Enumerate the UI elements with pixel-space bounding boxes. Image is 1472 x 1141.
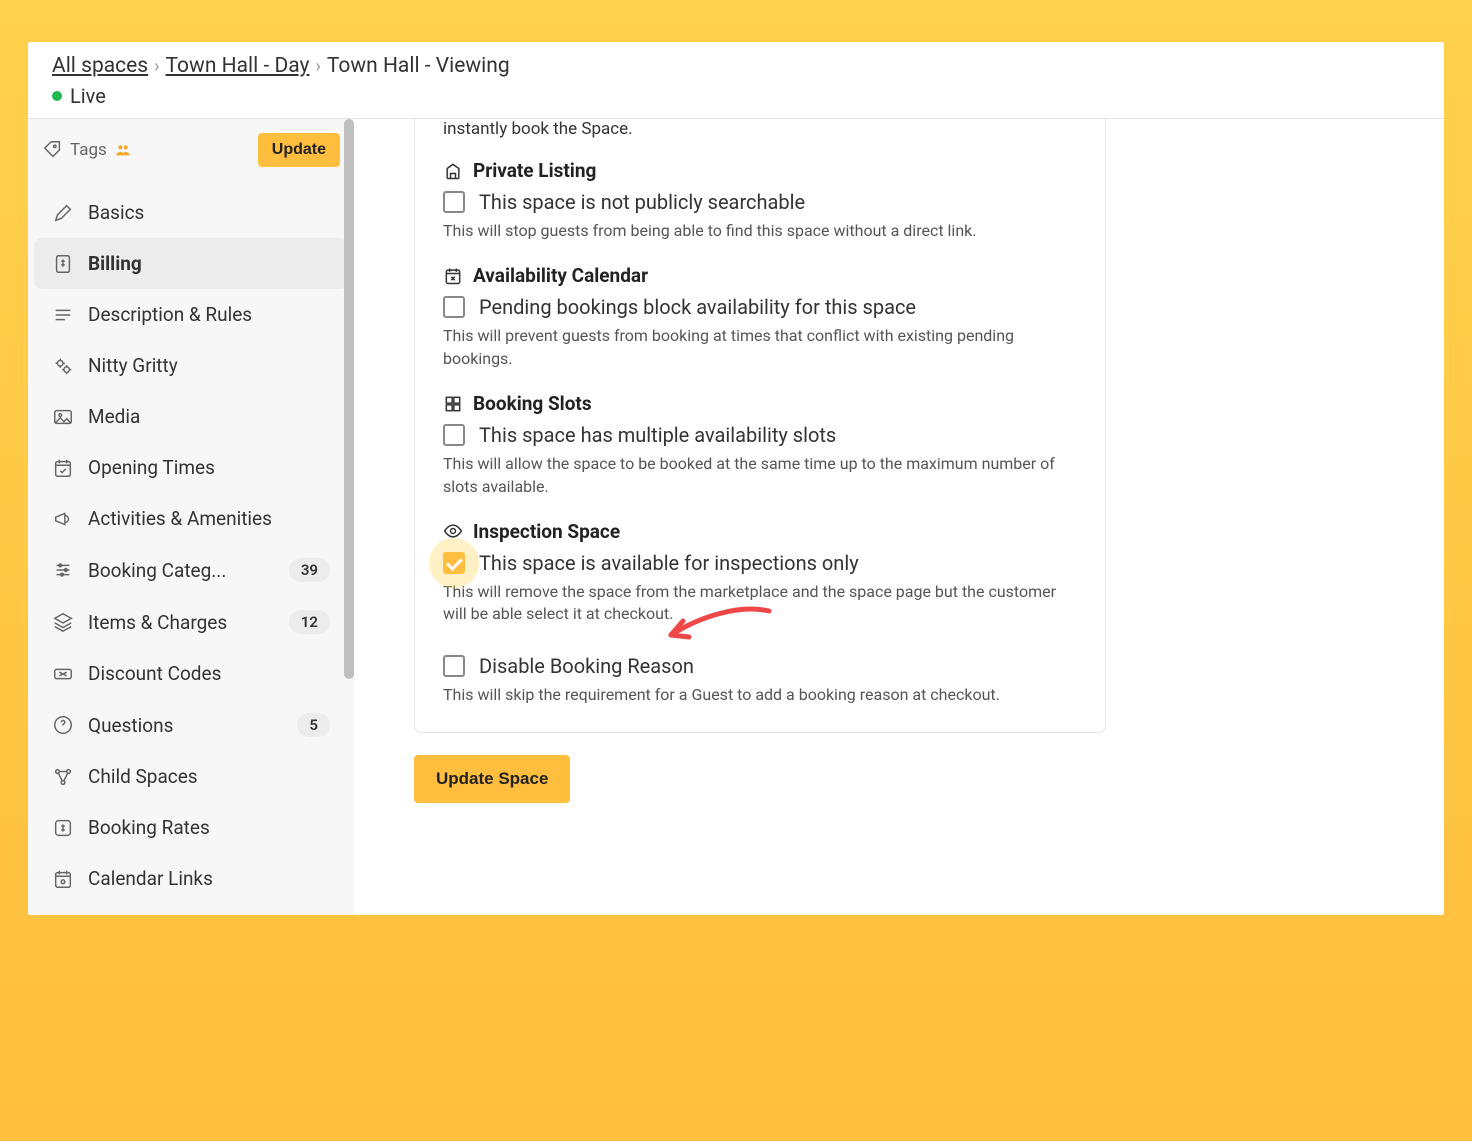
invoice-icon	[52, 253, 74, 275]
sidebar-item-items-charges[interactable]: Items & Charges 12	[34, 596, 348, 648]
checkbox-icon	[443, 552, 465, 574]
section-booking-slots: Booking Slots This space has multiple av…	[443, 378, 1077, 506]
sidebar-item-description[interactable]: Description & Rules	[34, 289, 348, 340]
section-desc: This will remove the space from the mark…	[443, 581, 1077, 626]
sidebar-item-label: Discount Codes	[88, 662, 330, 685]
sidebar-item-label: Activities & Amenities	[88, 507, 330, 530]
section-desc: This will prevent guests from booking at…	[443, 325, 1077, 370]
sidebar-item-label: Booking Rates	[88, 816, 330, 839]
update-button[interactable]: Update	[258, 133, 340, 167]
status-dot-icon	[52, 91, 62, 101]
section-desc: This will allow the space to be booked a…	[443, 453, 1077, 498]
breadcrumb-root[interactable]: All spaces	[52, 54, 148, 78]
sidebar: Tags Update Basics Billing Description &…	[28, 119, 354, 915]
settings-card: instantly book the Space. Private Listin…	[414, 119, 1106, 733]
sidebar-item-label: Description & Rules	[88, 303, 330, 326]
gears-icon	[52, 355, 74, 377]
badge: 12	[289, 610, 330, 634]
sidebar-item-label: Child Spaces	[88, 765, 330, 788]
sidebar-item-billing[interactable]: Billing	[34, 238, 348, 289]
users-icon	[113, 142, 133, 158]
sidebar-item-calendar-links[interactable]: Calendar Links	[34, 853, 348, 904]
sidebar-item-opening-times[interactable]: Opening Times	[34, 442, 348, 493]
tags-label: Tags	[70, 140, 107, 160]
tags-control[interactable]: Tags	[42, 139, 133, 161]
breadcrumb: All spaces › Town Hall - Day › Town Hall…	[52, 54, 1420, 78]
sidebar-item-booking-rates[interactable]: Booking Rates	[34, 802, 348, 853]
intro-fragment: instantly book the Space.	[443, 119, 1077, 145]
section-desc: This will skip the requirement for a Gue…	[443, 684, 1077, 706]
chevron-right-icon: ›	[154, 56, 159, 77]
section-disable-booking-reason: Disable Booking Reason This will skip th…	[443, 634, 1077, 714]
status-row: Live	[52, 84, 1420, 108]
badge: 39	[289, 558, 330, 582]
option-label: This space has multiple availability slo…	[479, 423, 836, 447]
money-icon	[52, 817, 74, 839]
image-icon	[52, 406, 74, 428]
section-inspection-space: Inspection Space This space is available…	[443, 506, 1077, 634]
section-title: Private Listing	[473, 159, 596, 182]
multiple-slots-toggle[interactable]: This space has multiple availability slo…	[443, 423, 1077, 447]
sidebar-item-child-spaces[interactable]: Child Spaces	[34, 751, 348, 802]
sliders-icon	[52, 559, 74, 581]
disable-booking-reason-toggle[interactable]: Disable Booking Reason	[443, 654, 1077, 678]
sidebar-item-booking-categories[interactable]: Booking Categ... 39	[34, 544, 348, 596]
private-listing-toggle[interactable]: This space is not publicly searchable	[443, 190, 1077, 214]
lines-icon	[52, 304, 74, 326]
app-window: All spaces › Town Hall - Day › Town Hall…	[28, 42, 1444, 915]
layers-icon	[52, 611, 74, 633]
header: All spaces › Town Hall - Day › Town Hall…	[28, 42, 1444, 119]
building-icon	[443, 161, 463, 181]
grid-icon	[443, 394, 463, 414]
sidebar-item-nitty-gritty[interactable]: Nitty Gritty	[34, 340, 348, 391]
sidebar-item-discount-codes[interactable]: Discount Codes	[34, 648, 348, 699]
checkbox-icon	[443, 424, 465, 446]
sidebar-item-label: Items & Charges	[88, 611, 275, 634]
option-label: This space is not publicly searchable	[479, 190, 805, 214]
chevron-right-icon: ›	[315, 56, 320, 77]
main-panel: instantly book the Space. Private Listin…	[354, 119, 1444, 915]
section-title: Availability Calendar	[473, 264, 648, 287]
option-label: Pending bookings block availability for …	[479, 295, 916, 319]
sidebar-item-label: Booking Categ...	[88, 559, 275, 582]
section-private-listing: Private Listing This space is not public…	[443, 145, 1077, 250]
sidebar-item-label: Opening Times	[88, 456, 330, 479]
calendar-link-icon	[52, 868, 74, 890]
section-desc: This will stop guests from being able to…	[443, 220, 1077, 242]
pencil-icon	[52, 202, 74, 224]
section-title: Inspection Space	[473, 520, 620, 543]
update-space-button[interactable]: Update Space	[414, 755, 570, 803]
badge: 5	[297, 713, 330, 737]
megaphone-icon	[52, 508, 74, 530]
calendar-x-icon	[443, 266, 463, 286]
sidebar-item-media[interactable]: Media	[34, 391, 348, 442]
sidebar-item-label: Questions	[88, 714, 283, 737]
sidebar-item-label: Basics	[88, 201, 330, 224]
inspection-only-toggle[interactable]: This space is available for inspections …	[443, 551, 1077, 575]
pending-block-toggle[interactable]: Pending bookings block availability for …	[443, 295, 1077, 319]
option-label: This space is available for inspections …	[479, 551, 859, 575]
network-icon	[52, 766, 74, 788]
section-title: Booking Slots	[473, 392, 592, 415]
sidebar-item-label: Calendar Links	[88, 867, 330, 890]
sidebar-item-label: Nitty Gritty	[88, 354, 330, 377]
question-icon	[52, 714, 74, 736]
sidebar-item-label: Media	[88, 405, 330, 428]
checkbox-icon	[443, 191, 465, 213]
sidebar-item-label: Billing	[88, 252, 330, 275]
sidebar-item-basics[interactable]: Basics	[34, 187, 348, 238]
ticket-icon	[52, 663, 74, 685]
sidebar-item-questions[interactable]: Questions 5	[34, 699, 348, 751]
option-label: Disable Booking Reason	[479, 654, 694, 678]
section-availability-calendar: Availability Calendar Pending bookings b…	[443, 250, 1077, 378]
status-label: Live	[70, 84, 106, 108]
calendar-check-icon	[52, 457, 74, 479]
sidebar-item-activities[interactable]: Activities & Amenities	[34, 493, 348, 544]
checkbox-icon	[443, 296, 465, 318]
breadcrumb-parent[interactable]: Town Hall - Day	[166, 54, 310, 78]
nav-list: Basics Billing Description & Rules Nitty…	[28, 181, 354, 910]
tag-icon	[42, 139, 64, 161]
checkbox-icon	[443, 655, 465, 677]
breadcrumb-current: Town Hall - Viewing	[327, 54, 510, 78]
